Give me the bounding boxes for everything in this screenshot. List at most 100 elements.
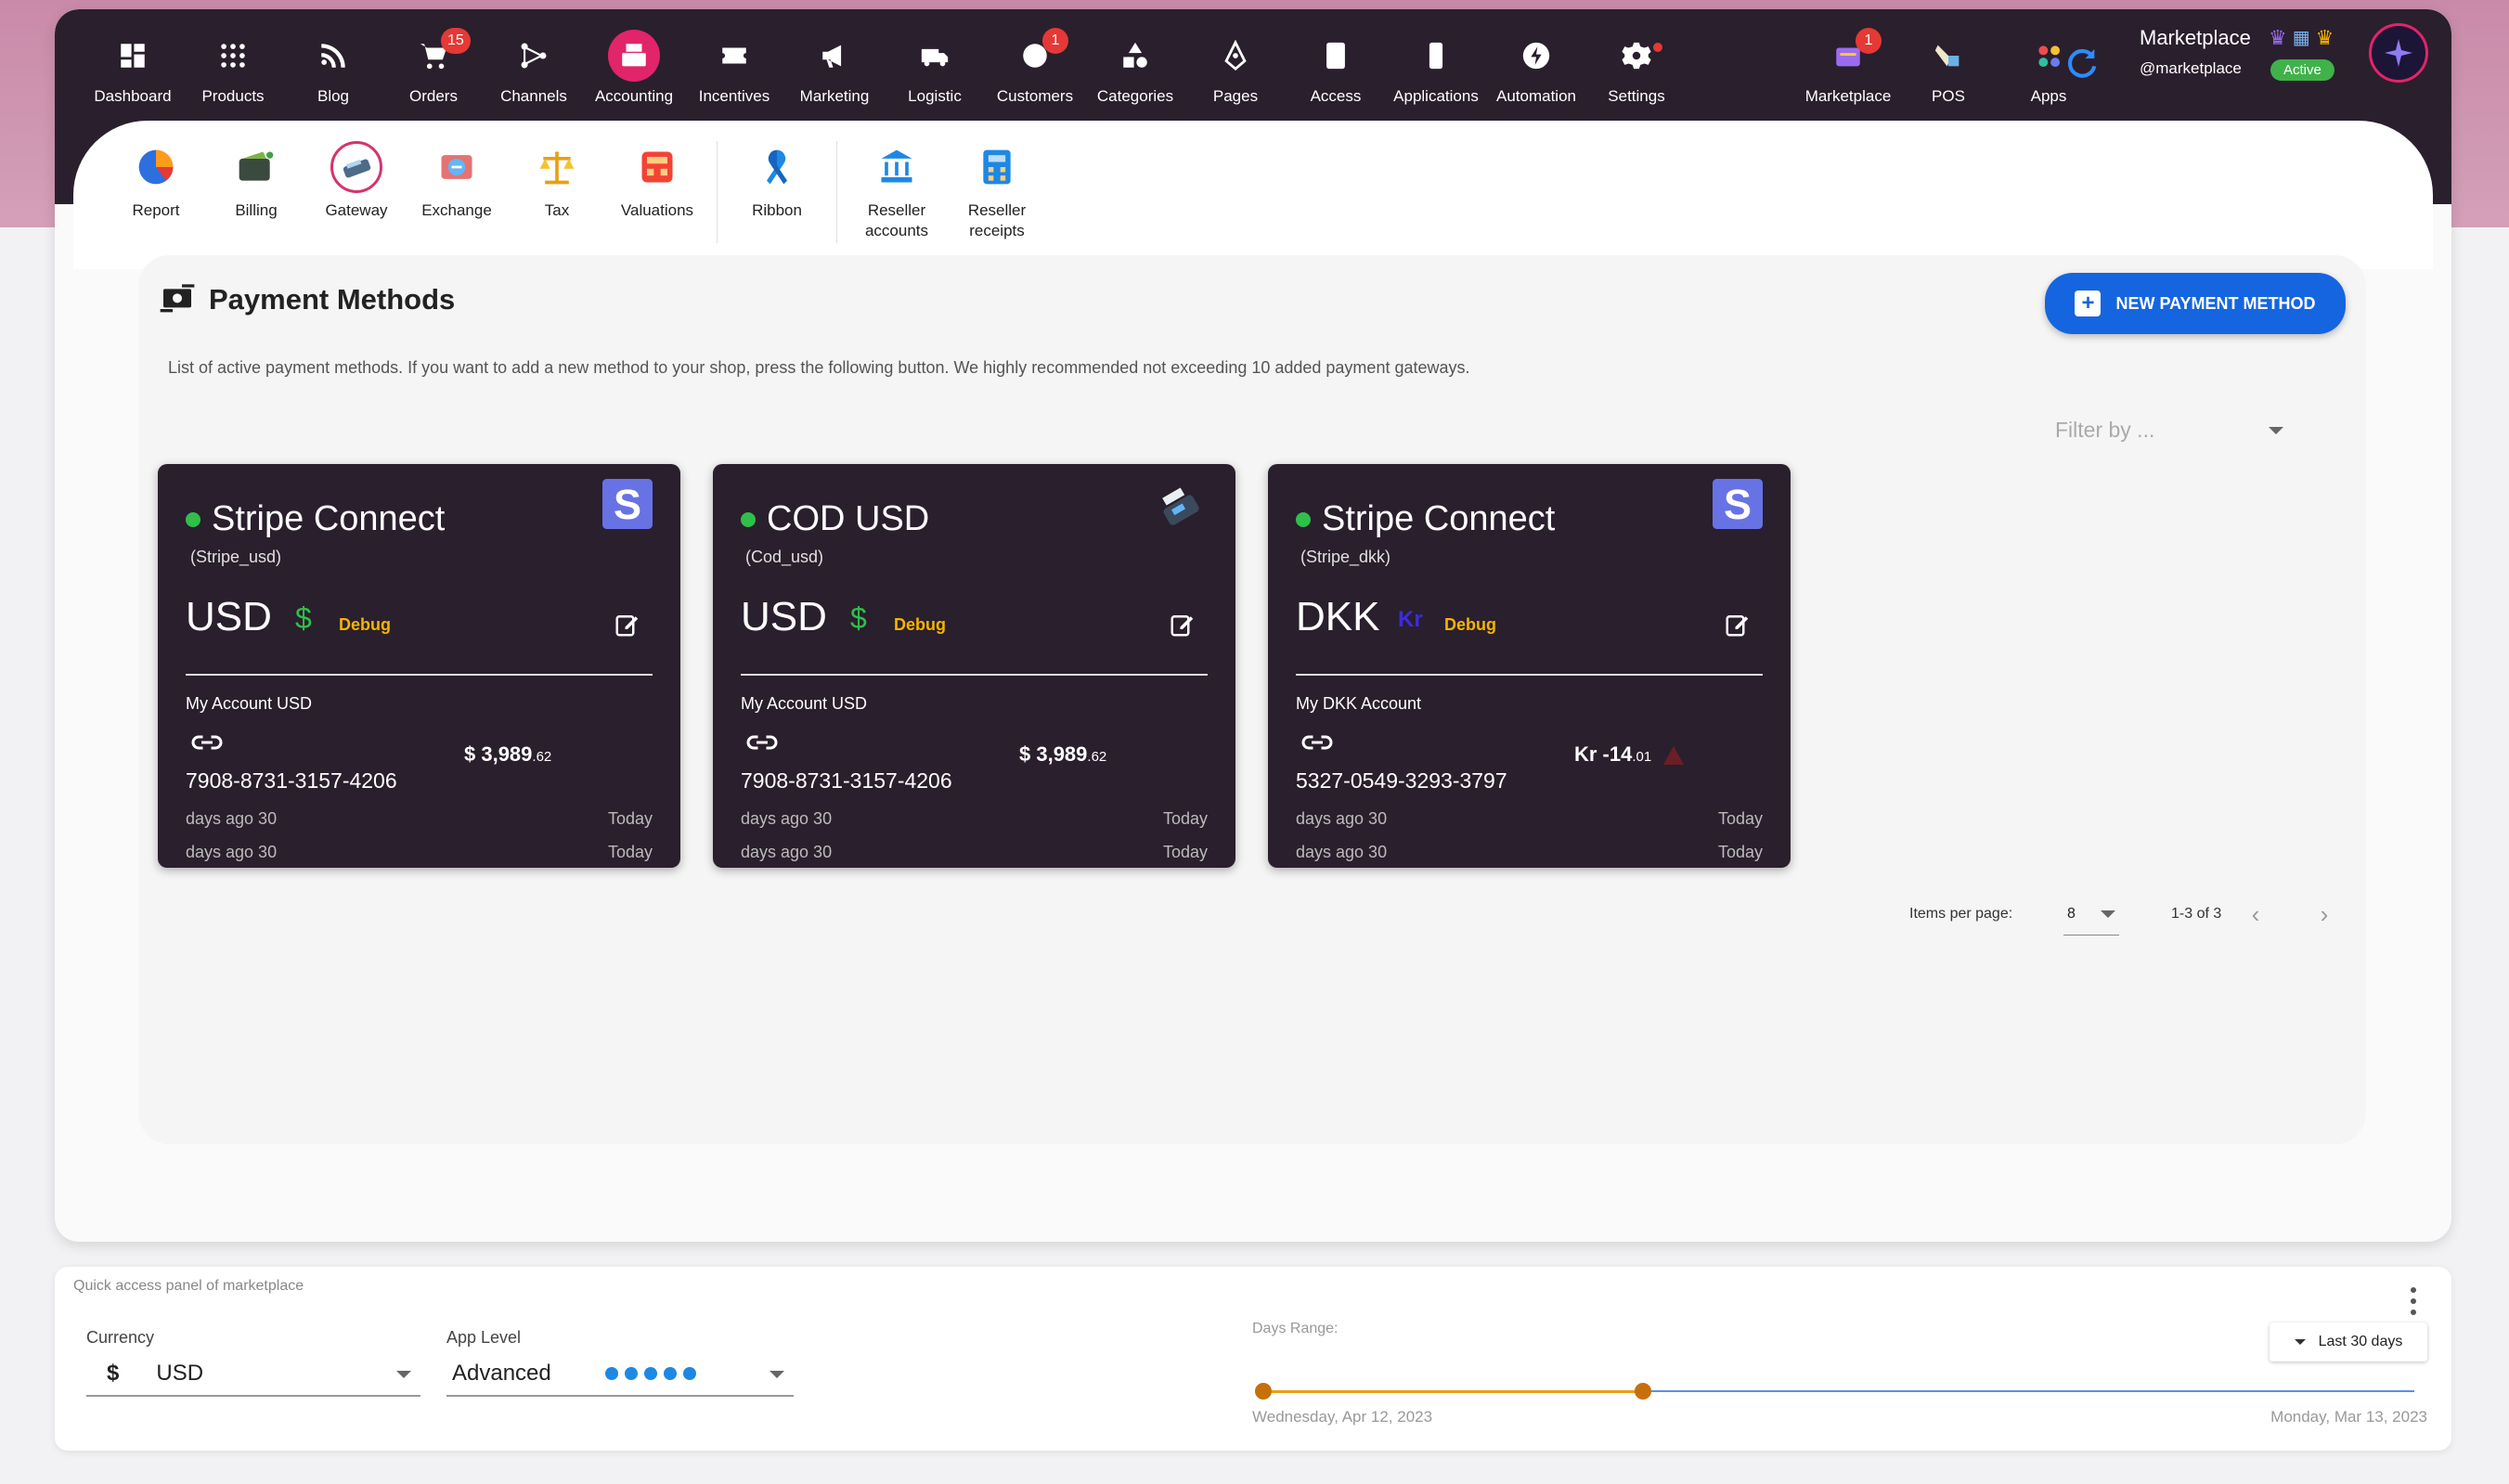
balance-main: $ 3,989 [1019,742,1088,766]
main-nav: Dashboard Products Blog Orders 15 Channe… [83,28,1687,113]
date-end: Monday, Mar 13, 2023 [2270,1408,2427,1426]
filter-select[interactable]: Filter by ... [2055,408,2283,453]
updated-date: Today [1162,843,1208,861]
page-title-text: Payment Methods [209,283,456,316]
nav-label: Marketing [799,87,870,105]
profile-badges: ♛ ▦ ♛ [2269,26,2334,50]
nav-accounting[interactable]: Accounting [584,30,684,113]
edit-icon[interactable] [1169,611,1196,639]
products-icon [207,30,259,82]
card-title: Stripe Connect [186,499,445,539]
days-range-button[interactable]: Last 30 days [2270,1323,2427,1361]
gear-icon [1610,30,1662,82]
nav-marketplace[interactable]: Marketplace 1 [1798,28,1898,113]
nav-pages[interactable]: Pages [1185,30,1286,113]
slider-start-handle[interactable] [1255,1383,1272,1400]
link-icon[interactable] [1300,726,1334,759]
subnav-tax[interactable]: Tax [507,141,607,221]
new-payment-method-button[interactable]: + NEW PAYMENT METHOD [2045,273,2346,334]
blog-icon [307,30,359,82]
subnav-report[interactable]: Report [106,141,206,221]
link-icon[interactable] [190,726,224,759]
nav-access[interactable]: Access [1286,30,1386,113]
subnav-ribbon[interactable]: Ribbon [727,141,827,221]
items-per-page-select[interactable]: 8 [2063,893,2119,936]
created-date: Today [1717,809,1763,828]
currency-symbol: $ [850,601,867,635]
date-start: Wednesday, Apr 12, 2023 [1252,1408,1433,1426]
avatar[interactable] [2369,23,2428,83]
nav-dashboard[interactable]: Dashboard [83,30,183,113]
created-ago: days ago 30 [186,809,278,828]
subnav-label: Reseller receipts [967,201,1027,240]
subnav-divider [836,141,837,243]
days-range-slider[interactable] [1255,1382,2414,1400]
next-page-button[interactable]: › [2309,898,2340,930]
status-badge: Active [2270,59,2334,81]
card-currency: DKK [1296,594,1380,639]
bank-icon [871,141,923,193]
chevron-down-icon [770,1371,784,1378]
account-number: 7908-8731-3157-4206 [741,768,952,793]
days-range-button-label: Last 30 days [2318,1334,2403,1349]
subnav-billing[interactable]: Billing [206,141,306,221]
nav-customers[interactable]: Customers 1 [985,28,1085,113]
subnav-reseller-receipts[interactable]: Reseller receipts [947,141,1047,241]
nav-label: Marketplace [1804,87,1892,105]
nav-categories[interactable]: Categories [1085,30,1185,113]
updated-date: Today [607,843,653,861]
subnav-valuations[interactable]: Valuations [607,141,707,221]
nav-settings[interactable]: Settings [1586,30,1687,113]
slider-end-handle[interactable] [1635,1383,1652,1400]
refresh-icon[interactable] [2063,45,2101,82]
active-status-dot [1296,511,1311,527]
account-name: My DKK Account [1296,694,1422,713]
nav-blog[interactable]: Blog [283,30,383,113]
debug-badge: Debug [894,615,946,634]
nav-products[interactable]: Products [183,30,283,113]
subnav-gateway[interactable]: Gateway [306,141,407,221]
payment-method-card[interactable]: Stripe Connect (Stripe_dkk) S DKK Kr Deb… [1268,464,1791,868]
payment-method-card[interactable]: COD USD (Cod_usd) USD $ Debug My Account… [713,464,1235,868]
card-code: (Stripe_usd) [190,548,282,566]
shapes-icon [1109,30,1161,82]
link-icon[interactable] [745,726,779,759]
card-terminal-icon [330,141,382,193]
account-balance: Kr -14.01 [1574,742,1687,767]
currency-select[interactable]: $ USD [86,1352,420,1397]
nav-label: Logistic [908,87,962,105]
warning-icon [1663,746,1685,766]
pie-chart-icon [130,141,182,193]
nav-pos[interactable]: POS [1898,30,1998,113]
edit-icon[interactable] [1724,611,1752,639]
items-per-page-value: 8 [2067,905,2076,922]
app-level-select[interactable]: Advanced [446,1352,794,1397]
subnav-reseller-accounts[interactable]: Reseller accounts [847,141,947,241]
nav-label: Accounting [594,87,674,105]
nav-label: POS [1932,87,1965,105]
card-title-text: Stripe Connect [1322,499,1556,538]
updated-date: Today [1717,843,1763,861]
nav-logistic[interactable]: Logistic [885,30,985,113]
balance-main: $ 3,989 [464,742,533,766]
edit-icon[interactable] [614,611,641,639]
nav-incentives[interactable]: Incentives [684,30,784,113]
created-ago: days ago 30 [741,809,833,828]
nav-automation[interactable]: Automation [1486,30,1586,113]
nav-channels[interactable]: Channels [484,30,584,113]
card-divider [1296,674,1763,676]
nav-orders[interactable]: Orders 15 [383,28,484,113]
nav-marketing[interactable]: Marketing [784,30,885,113]
updated-ago: days ago 30 [1296,843,1388,861]
previous-page-button[interactable]: ‹ [2240,898,2271,930]
payment-method-card[interactable]: Stripe Connect (Stripe_usd) S USD $ Debu… [158,464,680,868]
nav-applications[interactable]: Applications [1386,30,1486,113]
stripe-logo-icon: S [602,479,653,529]
subnav-exchange[interactable]: Exchange [407,141,507,221]
more-options-icon[interactable] [2409,1287,2418,1315]
building-icon: ▦ [2292,28,2310,48]
debug-badge: Debug [339,615,391,634]
profile-name: Marketplace [2140,26,2251,49]
pos-icon [1922,30,1974,82]
card-divider [741,674,1208,676]
